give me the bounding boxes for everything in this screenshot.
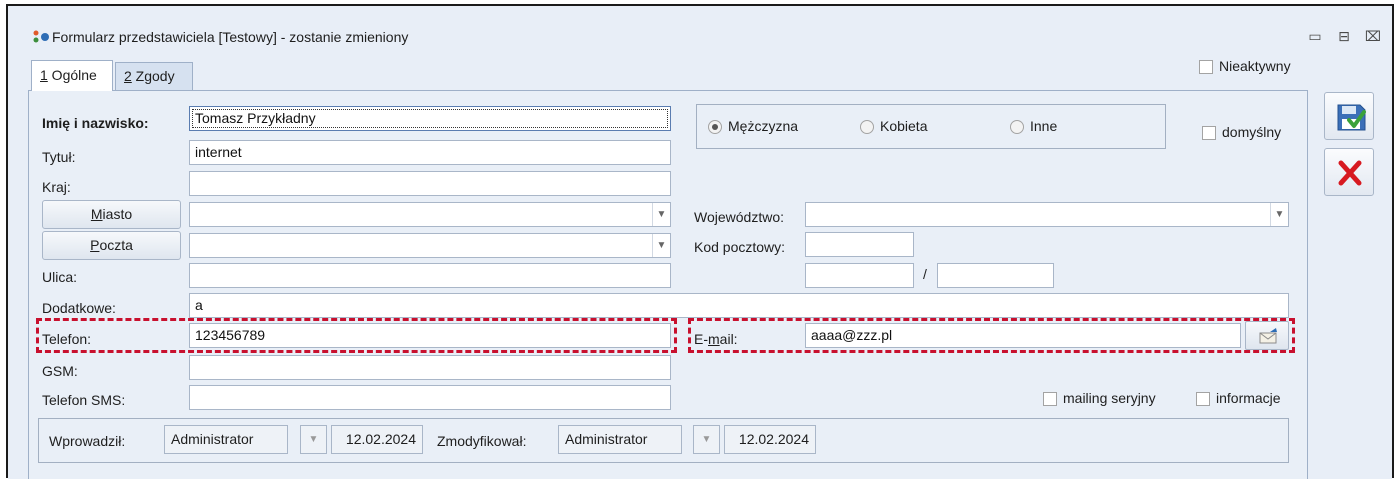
window-title: Formularz przedstawiciela [Testowy] - zo… xyxy=(52,29,409,45)
dodatkowe-value: a xyxy=(195,297,203,313)
address-slash: / xyxy=(923,266,927,282)
gsm-input[interactable] xyxy=(189,355,671,380)
miasto-select[interactable]: ▼ xyxy=(189,202,671,227)
wprowadzil-label: Wprowadził: xyxy=(49,433,126,449)
kraj-label: Kraj: xyxy=(42,179,71,195)
dodatkowe-input[interactable]: a xyxy=(189,293,1289,318)
zmodyfikowal-date: 12.02.2024 xyxy=(738,431,809,447)
restore-icon[interactable]: ⊟ xyxy=(1334,26,1354,46)
radio-mezczyzna-label: Mężczyzna xyxy=(728,118,799,134)
tab-ogolne-label: Ogólne xyxy=(47,67,97,83)
wprowadzil-date-field: 12.02.2024 xyxy=(331,425,423,454)
nr-domu-input[interactable] xyxy=(805,263,914,288)
chevron-down-icon[interactable]: ▼ xyxy=(652,234,670,257)
app-icon xyxy=(33,30,49,43)
miasto-button-label: iasto xyxy=(102,206,133,222)
title-bar: Formularz przedstawiciela [Testowy] - zo… xyxy=(8,6,1392,62)
mailing-seryjny-label: mailing seryjny xyxy=(1063,390,1156,406)
zmodyfikowal-dropdown-icon: ▼ xyxy=(693,425,720,454)
kod-pocztowy-label: Kod pocztowy: xyxy=(694,239,786,255)
zmodyfikowal-date-field: 12.02.2024 xyxy=(724,425,816,454)
telefon-sms-label: Telefon SMS: xyxy=(42,392,126,408)
tytul-value: internet xyxy=(195,144,242,160)
representative-form-window: Formularz przedstawiciela [Testowy] - zo… xyxy=(8,6,1392,479)
imie-label: Imię i nazwisko: xyxy=(42,115,149,131)
wprowadzil-date: 12.02.2024 xyxy=(345,431,416,447)
nieaktywny-label: Nieaktywny xyxy=(1219,58,1291,74)
telefon-highlight xyxy=(36,318,677,353)
ulica-input[interactable] xyxy=(189,263,671,288)
radio-inne-label: Inne xyxy=(1030,118,1058,134)
save-icon xyxy=(1337,104,1366,131)
focus-indicator xyxy=(192,109,668,128)
cancel-button[interactable] xyxy=(1324,148,1374,196)
nieaktywny-checkbox[interactable] xyxy=(1199,60,1213,74)
wprowadzil-user-field: Administrator xyxy=(164,425,288,454)
miasto-hotkey: M xyxy=(90,206,103,222)
imie-input[interactable]: Tomasz Przykładny xyxy=(189,106,671,131)
poczta-button-label: oczta xyxy=(99,237,133,253)
zmodyfikowal-user-field: Administrator xyxy=(558,425,682,454)
telefon-sms-input[interactable] xyxy=(189,385,671,410)
tab-ogolne[interactable]: 1 Ogólne xyxy=(31,60,113,91)
tab-zgody-label: Zgody xyxy=(131,68,175,84)
tab-zgody-hotkey: 2 xyxy=(124,68,132,84)
gsm-label: GSM: xyxy=(42,363,78,379)
dodatkowe-label: Dodatkowe: xyxy=(42,300,116,316)
poczta-select[interactable]: ▼ xyxy=(189,233,671,258)
wprowadzil-dropdown-icon: ▼ xyxy=(300,425,327,454)
wojewodztwo-label: Województwo: xyxy=(694,209,785,225)
minimize-icon[interactable]: ▭ xyxy=(1305,26,1325,46)
cancel-icon xyxy=(1338,160,1362,186)
radio-kobieta-label: Kobieta xyxy=(880,118,928,134)
radio-mezczyzna[interactable] xyxy=(708,120,722,134)
domyslny-label: domyślny xyxy=(1222,124,1282,140)
email-highlight xyxy=(688,318,1295,353)
audit-group: Wprowadził: Administrator ▼ 12.02.2024 Z… xyxy=(38,418,1289,463)
tytul-label: Tytuł: xyxy=(42,149,76,165)
zmodyfikowal-user: Administrator xyxy=(565,431,648,447)
gender-group: Mężczyzna Kobieta Inne xyxy=(696,104,1166,149)
radio-kobieta[interactable] xyxy=(860,120,874,134)
miasto-button[interactable]: Miasto xyxy=(42,200,181,229)
save-button[interactable] xyxy=(1324,92,1374,140)
close-icon[interactable]: ⌧ xyxy=(1363,26,1383,46)
poczta-button[interactable]: Poczta xyxy=(42,231,181,260)
domyslny-checkbox[interactable] xyxy=(1202,126,1216,140)
informacje-checkbox[interactable] xyxy=(1196,392,1210,406)
nr-lokalu-input[interactable] xyxy=(937,263,1054,288)
zmodyfikowal-label: Zmodyfikował: xyxy=(437,433,527,449)
tab-ogolne-panel: Imię i nazwisko: Tomasz Przykładny Mężcz… xyxy=(28,90,1308,479)
kod-pocztowy-input[interactable] xyxy=(805,232,914,257)
wojewodztwo-select[interactable]: ▼ xyxy=(805,202,1289,227)
mailing-seryjny-checkbox[interactable] xyxy=(1043,392,1057,406)
informacje-label: informacje xyxy=(1216,390,1281,406)
chevron-down-icon[interactable]: ▼ xyxy=(652,203,670,226)
tytul-input[interactable]: internet xyxy=(189,140,671,165)
chevron-down-icon[interactable]: ▼ xyxy=(1270,203,1288,226)
ulica-label: Ulica: xyxy=(42,269,78,285)
wprowadzil-user: Administrator xyxy=(171,431,254,447)
tab-zgody[interactable]: 2 Zgody xyxy=(115,62,193,91)
kraj-input[interactable] xyxy=(189,171,671,196)
radio-inne[interactable] xyxy=(1010,120,1024,134)
tab-ogolne-hotkey: 1 xyxy=(40,67,48,83)
